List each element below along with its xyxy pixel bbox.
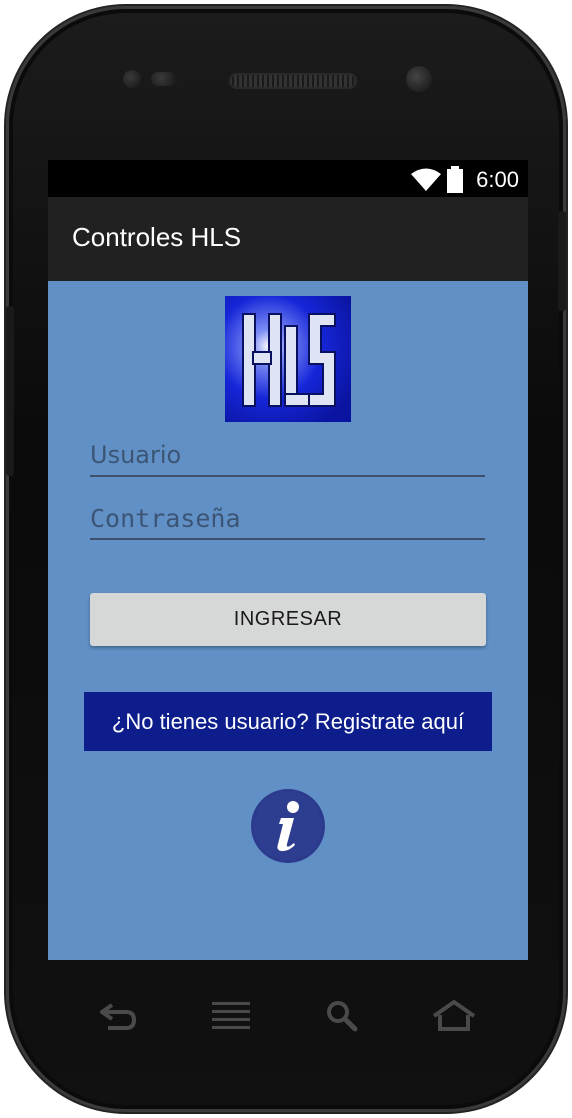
info-icon[interactable]	[250, 788, 326, 864]
username-input[interactable]	[90, 435, 485, 475]
nav-bar	[48, 985, 528, 1045]
power-button	[558, 211, 566, 311]
earpiece-speaker	[229, 73, 357, 89]
front-camera	[406, 66, 432, 92]
light-sensor	[151, 72, 177, 86]
app-bar: Controles HLS	[48, 197, 528, 281]
wifi-icon	[411, 168, 441, 191]
search-icon[interactable]	[324, 999, 360, 1033]
hls-logo	[225, 296, 351, 422]
username-field	[90, 435, 485, 477]
register-button[interactable]: ¿No tienes usuario? Registrate aquí	[84, 692, 492, 751]
status-time: 6:00	[476, 167, 519, 192]
battery-icon	[447, 166, 463, 193]
proximity-sensor	[123, 70, 141, 88]
login-button[interactable]: INGRESAR	[90, 593, 486, 646]
volume-button	[6, 306, 14, 476]
menu-icon[interactable]	[210, 999, 252, 1033]
password-field	[90, 498, 485, 540]
status-bar: 6:00	[48, 160, 528, 197]
password-input[interactable]	[90, 498, 485, 538]
home-icon[interactable]	[431, 999, 477, 1033]
back-icon[interactable]	[98, 999, 138, 1033]
screen: 6:00 Controles HLS INGRESAR ¿No t	[48, 160, 528, 960]
app-title: Controles HLS	[72, 222, 242, 252]
